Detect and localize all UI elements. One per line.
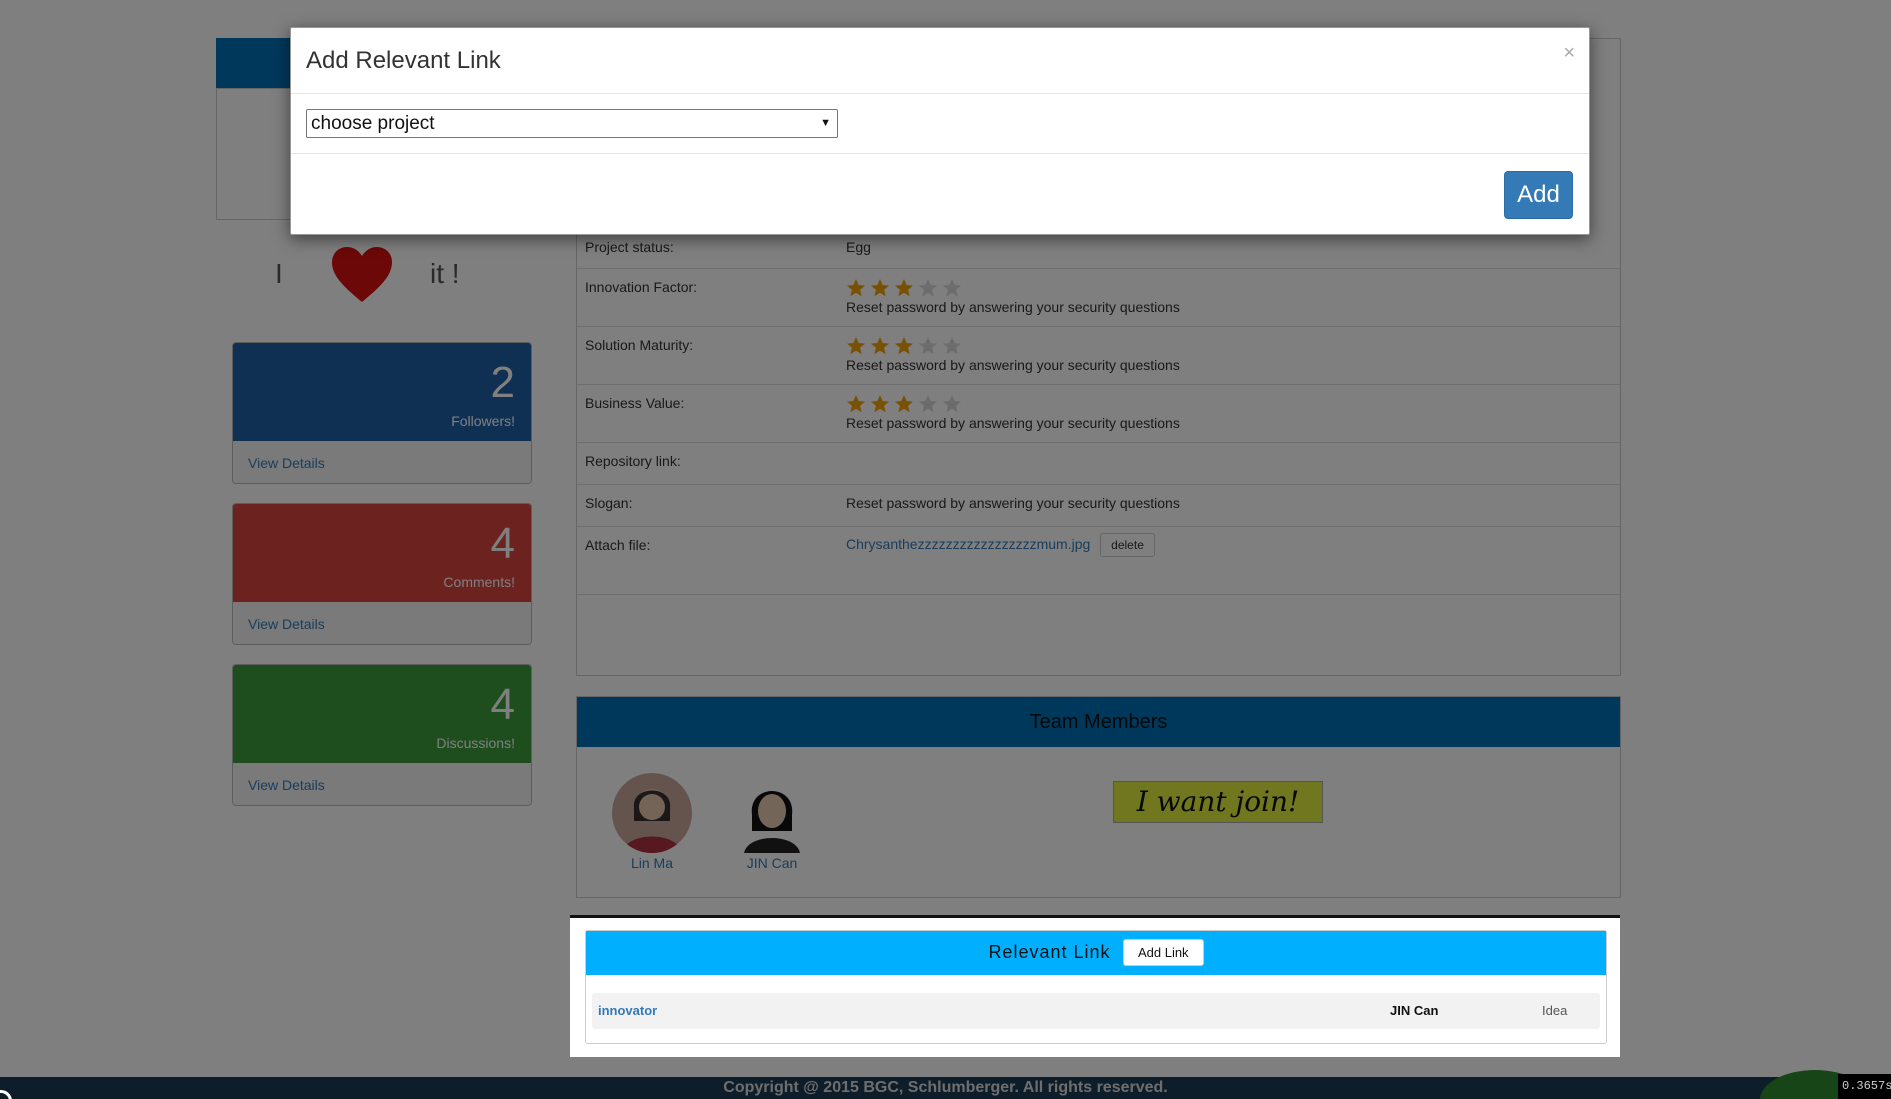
load-timer: 0.3657s bbox=[1838, 1074, 1891, 1099]
link-type: Idea bbox=[1542, 1003, 1568, 1018]
table-row[interactable]: innovator JIN Can Idea bbox=[592, 993, 1600, 1029]
link-name[interactable]: innovator bbox=[598, 1003, 657, 1018]
link-user: JIN Can bbox=[1390, 1003, 1439, 1018]
project-select-value: choose project bbox=[311, 113, 435, 134]
modal-title: Add Relevant Link bbox=[306, 47, 501, 74]
relevant-link-section: Relevant Link Add Link innovator JIN Can… bbox=[570, 915, 1620, 1057]
add-button[interactable]: Add bbox=[1504, 171, 1573, 219]
chevron-down-icon: ▼ bbox=[820, 117, 831, 129]
relevant-link-panel: Relevant Link Add Link innovator JIN Can… bbox=[585, 930, 1607, 1044]
modal-header: Add Relevant Link × bbox=[291, 28, 1589, 94]
add-relevant-link-modal: Add Relevant Link × choose project ▼ Add bbox=[290, 27, 1590, 235]
close-icon[interactable]: × bbox=[1563, 42, 1575, 65]
project-select[interactable]: choose project ▼ bbox=[306, 109, 838, 138]
modal-body: choose project ▼ bbox=[291, 94, 1589, 154]
relevant-link-title: Relevant Link bbox=[988, 942, 1111, 962]
add-link-button[interactable]: Add Link bbox=[1122, 939, 1204, 966]
relevant-link-header: Relevant Link Add Link bbox=[586, 931, 1606, 975]
